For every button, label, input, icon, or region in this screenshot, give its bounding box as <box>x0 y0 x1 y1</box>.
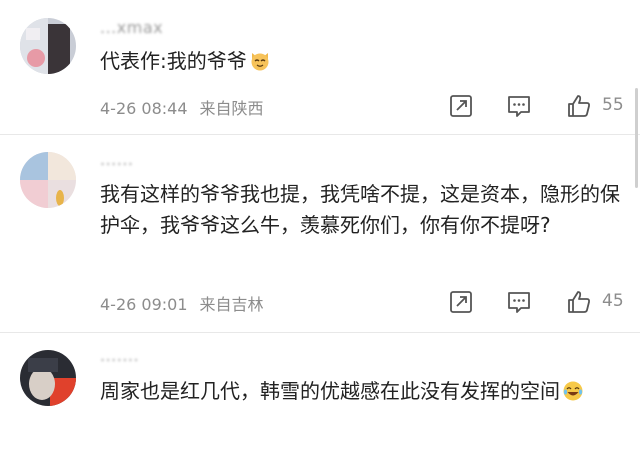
cat-face-icon <box>249 50 271 72</box>
comment-actions: 55 <box>440 93 630 121</box>
comment-icon[interactable] <box>506 93 532 119</box>
avatar[interactable] <box>20 18 76 74</box>
like-count: 45 <box>602 291 624 311</box>
avatar[interactable] <box>20 152 76 208</box>
comment-date: 4-26 08:44 <box>100 99 188 118</box>
divider <box>0 332 640 333</box>
comment-location: 来自陕西 <box>199 99 264 118</box>
comment-text: 代表作:我的爷爷 <box>100 46 620 77</box>
like-icon[interactable] <box>566 93 592 119</box>
comment-icon[interactable] <box>506 289 532 315</box>
avatar[interactable] <box>20 350 76 406</box>
avatar-image <box>20 350 76 406</box>
laughing-tears-icon <box>562 380 584 402</box>
comment-location: 来自吉林 <box>199 295 264 314</box>
username[interactable]: ....... <box>100 346 139 365</box>
comment-meta: 4-26 08:44 来自陕西 <box>100 95 264 119</box>
comment-text-content: 代表作:我的爷爷 <box>100 49 247 73</box>
comment-text: 周家也是红几代，韩雪的优越感在此没有发挥的空间 <box>100 376 620 407</box>
comment-text: 我有这样的爷爷我也提，我凭啥不提，这是资本，隐形的保护伞，我爷爷这么牛，羡慕死你… <box>100 182 620 237</box>
avatar-image <box>20 18 76 74</box>
comment-actions: 45 <box>440 289 630 317</box>
avatar-image <box>20 152 76 208</box>
like-count: 55 <box>602 95 624 115</box>
username[interactable]: ...xmax <box>100 18 163 37</box>
comment-meta: 4-26 09:01 来自吉林 <box>100 291 264 315</box>
username[interactable]: ...... <box>100 150 134 169</box>
divider <box>0 134 640 135</box>
share-icon[interactable] <box>448 289 474 315</box>
share-icon[interactable] <box>448 93 474 119</box>
scrollbar[interactable] <box>635 88 638 188</box>
like-icon[interactable] <box>566 289 592 315</box>
comment-text-content: 周家也是红几代，韩雪的优越感在此没有发挥的空间 <box>100 379 560 403</box>
comment-date: 4-26 09:01 <box>100 295 188 314</box>
